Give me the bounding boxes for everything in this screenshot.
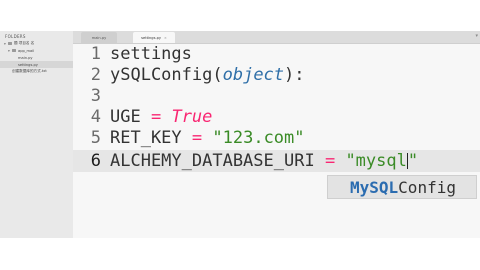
folder-icon (8, 42, 12, 45)
code-line-4: UGE = True (110, 107, 212, 127)
sidebar-item-label: settings.py (18, 62, 38, 67)
code-token: "123.com" (212, 128, 305, 148)
line-number-current: 6 (90, 151, 101, 171)
code-line-1: settings (110, 44, 192, 64)
code-token: = (150, 107, 162, 127)
code-token: "mysql (345, 151, 407, 171)
autocomplete-suggestion[interactable]: MySQL Config (327, 175, 477, 199)
screen-frame: FOLDERS ▾ 题 项目名 名 ▾ app_mail main.py set… (0, 0, 480, 270)
autocomplete-rest-text: Config (398, 177, 456, 197)
bottom-letterbox (0, 238, 480, 270)
tab-main-py[interactable]: main.py (81, 32, 117, 43)
line-number: 2 (90, 65, 101, 85)
folder-icon (12, 49, 16, 52)
sidebar-title: FOLDERS (5, 34, 26, 39)
code-line-6: ALCHEMY_DATABASE_URI = "mysql" (110, 151, 418, 171)
folder-sidebar: FOLDERS ▾ 题 项目名 名 ▾ app_mail main.py set… (0, 31, 74, 238)
line-number: 5 (90, 128, 101, 148)
line-number: 1 (90, 44, 101, 64)
code-editor[interactable]: 1 2 3 4 5 6 settings ySQLConfig(object):… (73, 44, 480, 238)
sidebar-item-settings-py[interactable]: settings.py (0, 61, 73, 68)
sidebar-item-label: main.py (18, 55, 33, 60)
code-token: ( (212, 65, 223, 85)
code-token: ySQLConfig (110, 65, 213, 85)
tab-list-dropdown-icon[interactable]: ▾ (475, 33, 478, 39)
code-line-2: ySQLConfig(object): (110, 65, 305, 85)
code-token: ): (284, 65, 305, 85)
tab-label: main.py (91, 35, 107, 40)
code-token: ALCHEMY_DATABASE_URI (110, 151, 325, 171)
code-line-5: RET_KEY = "123.com" (110, 128, 305, 148)
top-letterbox (0, 0, 480, 31)
sidebar-item-app-mail[interactable]: ▾ app_mail (8, 47, 34, 54)
sidebar-item-txt-file[interactable]: 创建数据库的方式.txt (0, 68, 73, 75)
code-token: = (191, 128, 203, 148)
tab-label: settings.py (141, 35, 162, 40)
code-token: " (407, 151, 419, 171)
code-token: = (324, 151, 336, 171)
code-token: object (222, 65, 285, 85)
tab-settings-py[interactable]: settings.py × (133, 32, 175, 43)
code-token: settings (110, 44, 192, 64)
sidebar-item-label: 创建数据库的方式.txt (12, 69, 47, 73)
tab-bar: main.py settings.py × ▾ (73, 31, 480, 44)
code-token: RET_KEY (110, 128, 192, 148)
sidebar-item-main-py[interactable]: main.py (0, 54, 73, 61)
autocomplete-match-text: MySQL (350, 177, 399, 197)
close-icon[interactable]: × (164, 36, 167, 40)
sidebar-item-project-folder[interactable]: ▾ 题 项目名 名 (4, 40, 34, 47)
sidebar-item-label: app_mail (18, 48, 35, 53)
sidebar-item-label: 题 项目名 名 (14, 41, 35, 45)
code-token: True (171, 107, 213, 127)
line-number: 4 (90, 107, 101, 127)
line-number: 3 (90, 86, 101, 106)
code-token: UGE (110, 107, 151, 127)
